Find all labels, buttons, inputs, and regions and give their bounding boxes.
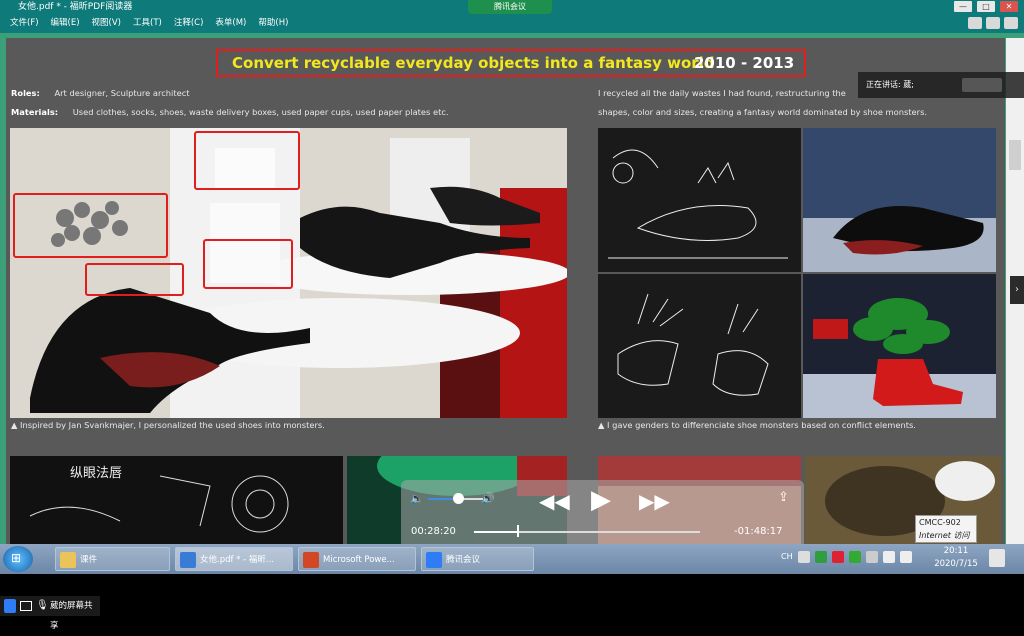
start-button[interactable]: ⊞ [3,546,33,572]
roles-line: Roles: Art designer, Sculpture architect [11,88,190,98]
meeting-indicator[interactable]: 腾讯会议 [468,0,552,14]
progress-track[interactable] [474,531,700,533]
menu-edit[interactable]: 编辑(E) [51,14,80,33]
menu-help[interactable]: 帮助(H) [258,14,288,33]
meeting-pill-label: 腾讯会议 [494,2,526,11]
network-icon[interactable] [883,551,895,563]
tray-icon-a[interactable] [798,551,810,563]
taskbar-item-label: 课件 [80,555,98,565]
annotation-box [13,193,168,258]
speaker-label: 正在讲话: 葳; [866,80,914,89]
microphone-icon: 🎙 [36,600,49,611]
annotation-box [85,263,184,296]
description-line-1: I recycled all the daily wastes I had fo… [598,88,846,98]
close-button[interactable]: ✕ [1000,1,1018,12]
menu-bar: 文件(F) 编辑(E) 视图(V) 工具(T) 注释(C) 表单(M) 帮助(H… [0,14,1024,33]
screen-share-bar [0,574,1024,617]
progress-handle[interactable] [516,525,519,537]
screen-share-indicator: 🎙 葳的屏幕共享 [0,596,100,631]
menu-view[interactable]: 视图(V) [92,14,121,33]
document-years: 2010 - 2013 [694,54,795,72]
folder-icon [60,552,76,568]
toolbar-icon-a[interactable] [968,17,982,29]
sketch-image-3: 纵眼法唇 [10,456,343,544]
toolbar-icon-c[interactable] [1004,17,1018,29]
taskbar-item-powerpoint[interactable]: Microsoft Powe... [298,547,416,571]
fast-forward-icon[interactable]: ▶▶ [639,489,670,513]
sketch-image-1 [598,128,801,272]
materials-label: Materials: [11,107,59,117]
materials-value: Used clothes, socks, shoes, waste delive… [72,107,449,117]
shoe-monster-photo [10,128,567,418]
scrollbar-thumb[interactable] [1009,140,1021,170]
clock[interactable]: 20:11 2020/7/15 [928,545,984,573]
taskbar-item-meeting[interactable]: 腾讯会议 [421,547,534,571]
tray-icon-b[interactable] [815,551,827,563]
screen-icon [20,601,32,611]
roles-label: Roles: [11,88,40,98]
pdf-reader-icon [180,552,196,568]
notification-icon[interactable] [989,549,1005,567]
roles-value: Art designer, Sculpture architect [54,88,190,98]
volume-icon[interactable] [900,551,912,563]
windows-logo-icon: ⊞ [11,551,22,565]
volume-knob[interactable] [453,493,465,504]
chevron-right-icon[interactable]: › [1010,276,1024,304]
caption-right: ▲ I gave genders to differenciate shoe m… [598,420,916,430]
menu-comment[interactable]: 注释(C) [174,14,204,33]
materials-line: Materials: Used clothes, socks, shoes, w… [11,107,449,117]
language-indicator[interactable]: CH [781,552,793,561]
rewind-icon[interactable]: ◀◀ [539,489,570,513]
speaker-avatar [962,78,1002,92]
menu-form[interactable]: 表单(M) [215,14,246,33]
elapsed-time: 00:28:20 [411,526,456,537]
shoe-photo-1 [803,128,996,272]
taskbar-item-label: 女他.pdf * - 福昕... [200,555,275,565]
tooltip-line-1: CMCC-902 [919,518,961,527]
maximize-button[interactable]: □ [977,1,995,12]
speaker-indicator: 正在讲话: 葳; [858,72,1024,98]
remaining-time: -01:48:17 [734,526,783,537]
minimize-button[interactable]: — [954,1,972,12]
description-line-2: shapes, color and sizes, creating a fant… [598,107,928,117]
sketch-image-2 [598,274,801,418]
volume-low-icon: 🔈 [410,492,424,505]
taskbar-item-label: 腾讯会议 [446,555,481,565]
annotation-box [203,239,293,289]
volume-high-icon: 🔊 [481,492,495,505]
network-tooltip: CMCC-902 Internet 访问 [915,515,977,543]
window-controls: — □ ✕ [954,1,1018,12]
play-icon[interactable]: ▶ [591,485,611,515]
progress-fill [474,531,517,533]
clock-date: 2020/7/15 [934,559,978,569]
taskbar-item-label: Microsoft Powe... [323,555,395,565]
tray-icon-c[interactable] [832,551,844,563]
powerpoint-icon [303,552,319,568]
caption-left: ▲ Inspired by Jan Svankmajer, I personal… [11,420,325,430]
toolbar-icon-b[interactable] [986,17,1000,29]
user-icon [4,599,16,613]
taskbar-item-folder[interactable]: 课件 [55,547,170,571]
clock-time: 20:11 [943,546,969,556]
share-icon[interactable]: ⇪ [778,490,789,505]
window-title: 女他.pdf * - 福昕PDF阅读器 [18,2,133,12]
tencent-meeting-icon [426,552,442,568]
flag-icon[interactable] [866,551,878,563]
share-label: 葳的屏幕共享 [50,601,93,631]
media-player: 🔈 🔊 ◀◀ ▶ ▶▶ ⇪ 00:28:20 -01:48:17 [401,480,804,550]
shoe-photo-2 [803,274,996,418]
taskbar-item-pdf[interactable]: 女他.pdf * - 福昕... [175,547,293,571]
tooltip-line-2: Internet 访问 [919,531,970,540]
document-title-box: Convert recyclable everyday objects into… [216,49,806,77]
annotation-box [194,131,300,190]
menu-file[interactable]: 文件(F) [10,14,39,33]
system-tray [798,551,912,563]
menu-tools[interactable]: 工具(T) [133,14,162,33]
document-title: Convert recyclable everyday objects into… [232,54,715,72]
shield-icon[interactable] [849,551,861,563]
